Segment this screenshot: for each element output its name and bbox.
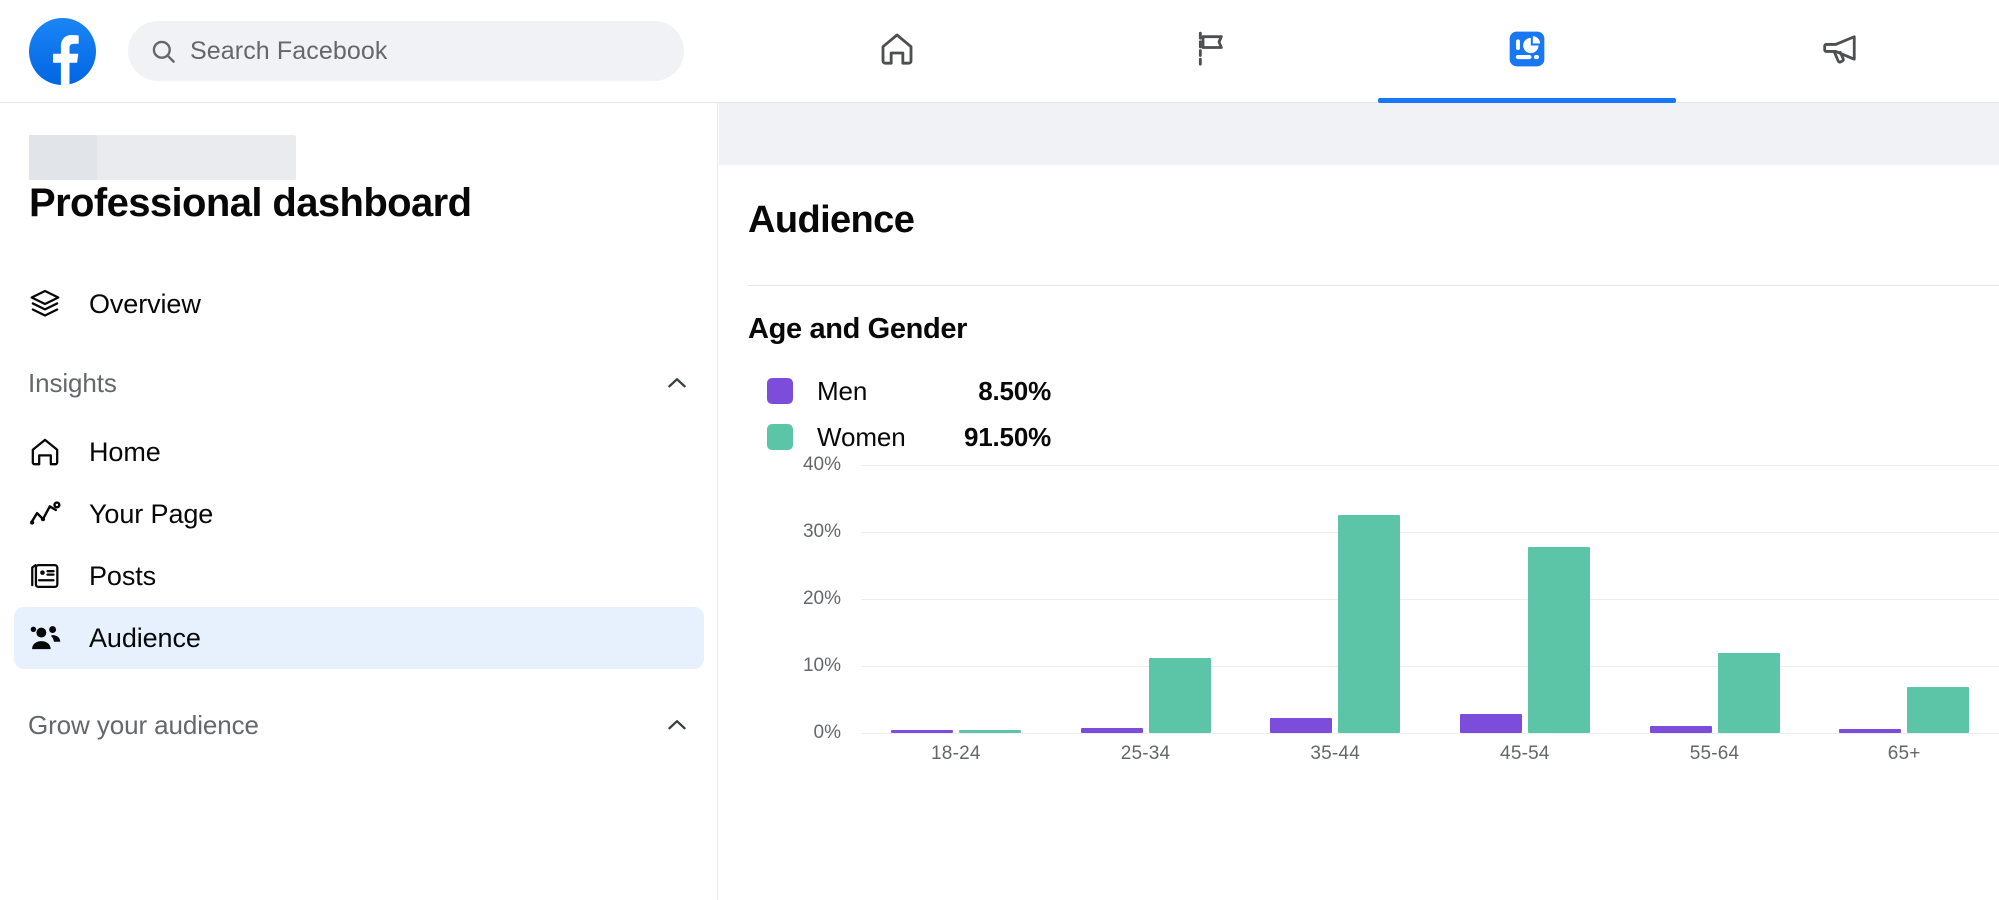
people-group-icon (28, 620, 70, 656)
chart-x-tick-label: 35-44 (1310, 743, 1360, 764)
chart-bar-women-45-54[interactable] (1527, 546, 1590, 733)
sidebar-item-posts[interactable]: Posts (14, 545, 704, 607)
chart-bar-women-25-34[interactable] (1148, 657, 1211, 733)
chart-bar-group (1809, 465, 1999, 733)
home-icon (877, 29, 917, 74)
legend-swatch-men (767, 378, 793, 404)
panel-divider (748, 285, 1999, 286)
audience-panel: Audience Age and Gender Men 8.50% Women … (719, 165, 1999, 900)
chart-bar-men-55-64[interactable] (1649, 725, 1712, 733)
chart-bar-men-65+[interactable] (1839, 728, 1902, 733)
chevron-up-icon[interactable] (664, 370, 690, 396)
chart-bar-group (861, 465, 1051, 733)
legend-label: Men (817, 375, 868, 406)
sidebar-item-label: Overview (89, 288, 201, 319)
sidebar: Professional dashboard Overview Insights (0, 103, 718, 900)
chart-bar-group (1051, 465, 1241, 733)
layers-icon (28, 287, 70, 321)
chart-bar-men-25-34[interactable] (1080, 727, 1143, 733)
sidebar-section-grow-your-audience[interactable]: Grow your audience (14, 699, 704, 751)
legend-value: 8.50% (978, 375, 1051, 406)
chart-x-tick-label: 55-64 (1689, 743, 1740, 764)
chart-bar-group (1620, 465, 1810, 733)
chart-bar-women-65+[interactable] (1907, 687, 1970, 733)
sidebar-item-label: Your Page (89, 498, 214, 529)
sidebar-section-label: Insights (28, 367, 117, 398)
chart-bar-women-18-24[interactable] (958, 730, 1021, 733)
chart-x-tick-label: 45-54 (1500, 743, 1550, 764)
nav-tab-home[interactable] (740, 0, 1055, 103)
chart-bar-women-55-64[interactable] (1717, 652, 1780, 733)
chart-y-tick-label: 0% (813, 722, 841, 743)
chart-bar-men-35-44[interactable] (1270, 717, 1333, 733)
chart-bar-group (1240, 465, 1430, 733)
chart-x-tick-label: 65+ (1887, 743, 1921, 764)
chart-x-tick-label: 25-34 (1120, 743, 1171, 764)
sidebar-section-insights[interactable]: Insights (14, 357, 704, 409)
audience-heading: Audience (748, 199, 915, 241)
chart-bar-women-35-44[interactable] (1338, 514, 1401, 733)
posts-icon (28, 559, 70, 593)
chart-y-tick-label: 30% (802, 521, 841, 542)
sidebar-section-label: Grow your audience (28, 709, 259, 740)
chart-x-tick-label: 18-24 (931, 743, 981, 764)
age-and-gender-heading: Age and Gender (748, 313, 968, 345)
sidebar-item-label: Home (89, 436, 161, 467)
sidebar-item-label: Audience (89, 622, 201, 653)
nav-tab-pages[interactable] (1055, 0, 1370, 103)
chart-bar-group (1430, 465, 1620, 733)
legend-label: Women (817, 421, 906, 452)
search-input[interactable]: Search Facebook (128, 21, 684, 81)
legend-value: 91.50% (964, 421, 1051, 452)
chart-bar-groups (861, 465, 1999, 733)
main-content: Audience Age and Gender Men 8.50% Women … (719, 103, 1999, 900)
home-outline-icon (28, 435, 70, 469)
sidebar-item-home[interactable]: Home (14, 421, 704, 483)
dashboard-gauge-icon (1507, 29, 1547, 74)
nav-tab-ads[interactable] (1684, 0, 1999, 103)
megaphone-icon (1821, 28, 1863, 75)
redacted-profile-name-placeholder (29, 135, 296, 180)
sidebar-nav-list: Overview Insights Home Your Page Posts A… (0, 273, 717, 751)
page-title: Professional dashboard (29, 181, 472, 225)
chart-bar-men-45-54[interactable] (1459, 713, 1522, 733)
chevron-up-icon[interactable] (664, 712, 690, 738)
legend-swatch-women (767, 424, 793, 450)
legend-item-men: Men 8.50% (767, 368, 1051, 414)
search-placeholder-text: Search Facebook (190, 36, 388, 65)
primary-nav-tabs (740, 0, 1999, 103)
chart-y-tick-label: 10% (802, 655, 841, 676)
content-top-spacer (719, 103, 1999, 165)
facebook-logo-icon[interactable] (29, 18, 96, 85)
sidebar-item-label: Posts (89, 560, 157, 591)
chart-gridline (861, 733, 1999, 734)
chart-y-tick-label: 20% (802, 588, 841, 609)
sidebar-item-overview[interactable]: Overview (14, 273, 704, 335)
nav-tab-professional-dashboard[interactable] (1370, 0, 1685, 103)
top-navigation-bar: Search Facebook (0, 0, 1999, 103)
chart-y-tick-label: 40% (802, 454, 841, 475)
chart-x-axis: 18-24 25-34 35-44 45-54 55-64 65+ (861, 743, 1999, 765)
trendline-icon (28, 497, 70, 531)
chart-bar-men-18-24[interactable] (890, 730, 953, 733)
flag-icon (1192, 29, 1232, 74)
sidebar-item-audience[interactable]: Audience (14, 607, 704, 669)
chart-legend: Men 8.50% Women 91.50% (767, 368, 1051, 460)
age-gender-bar-chart: 40% 30% 20% 10% 0% 18-24 25-34 35-44 45-54 55-64… (748, 454, 1999, 895)
search-icon (150, 38, 177, 65)
sidebar-item-your-page[interactable]: Your Page (14, 483, 704, 545)
